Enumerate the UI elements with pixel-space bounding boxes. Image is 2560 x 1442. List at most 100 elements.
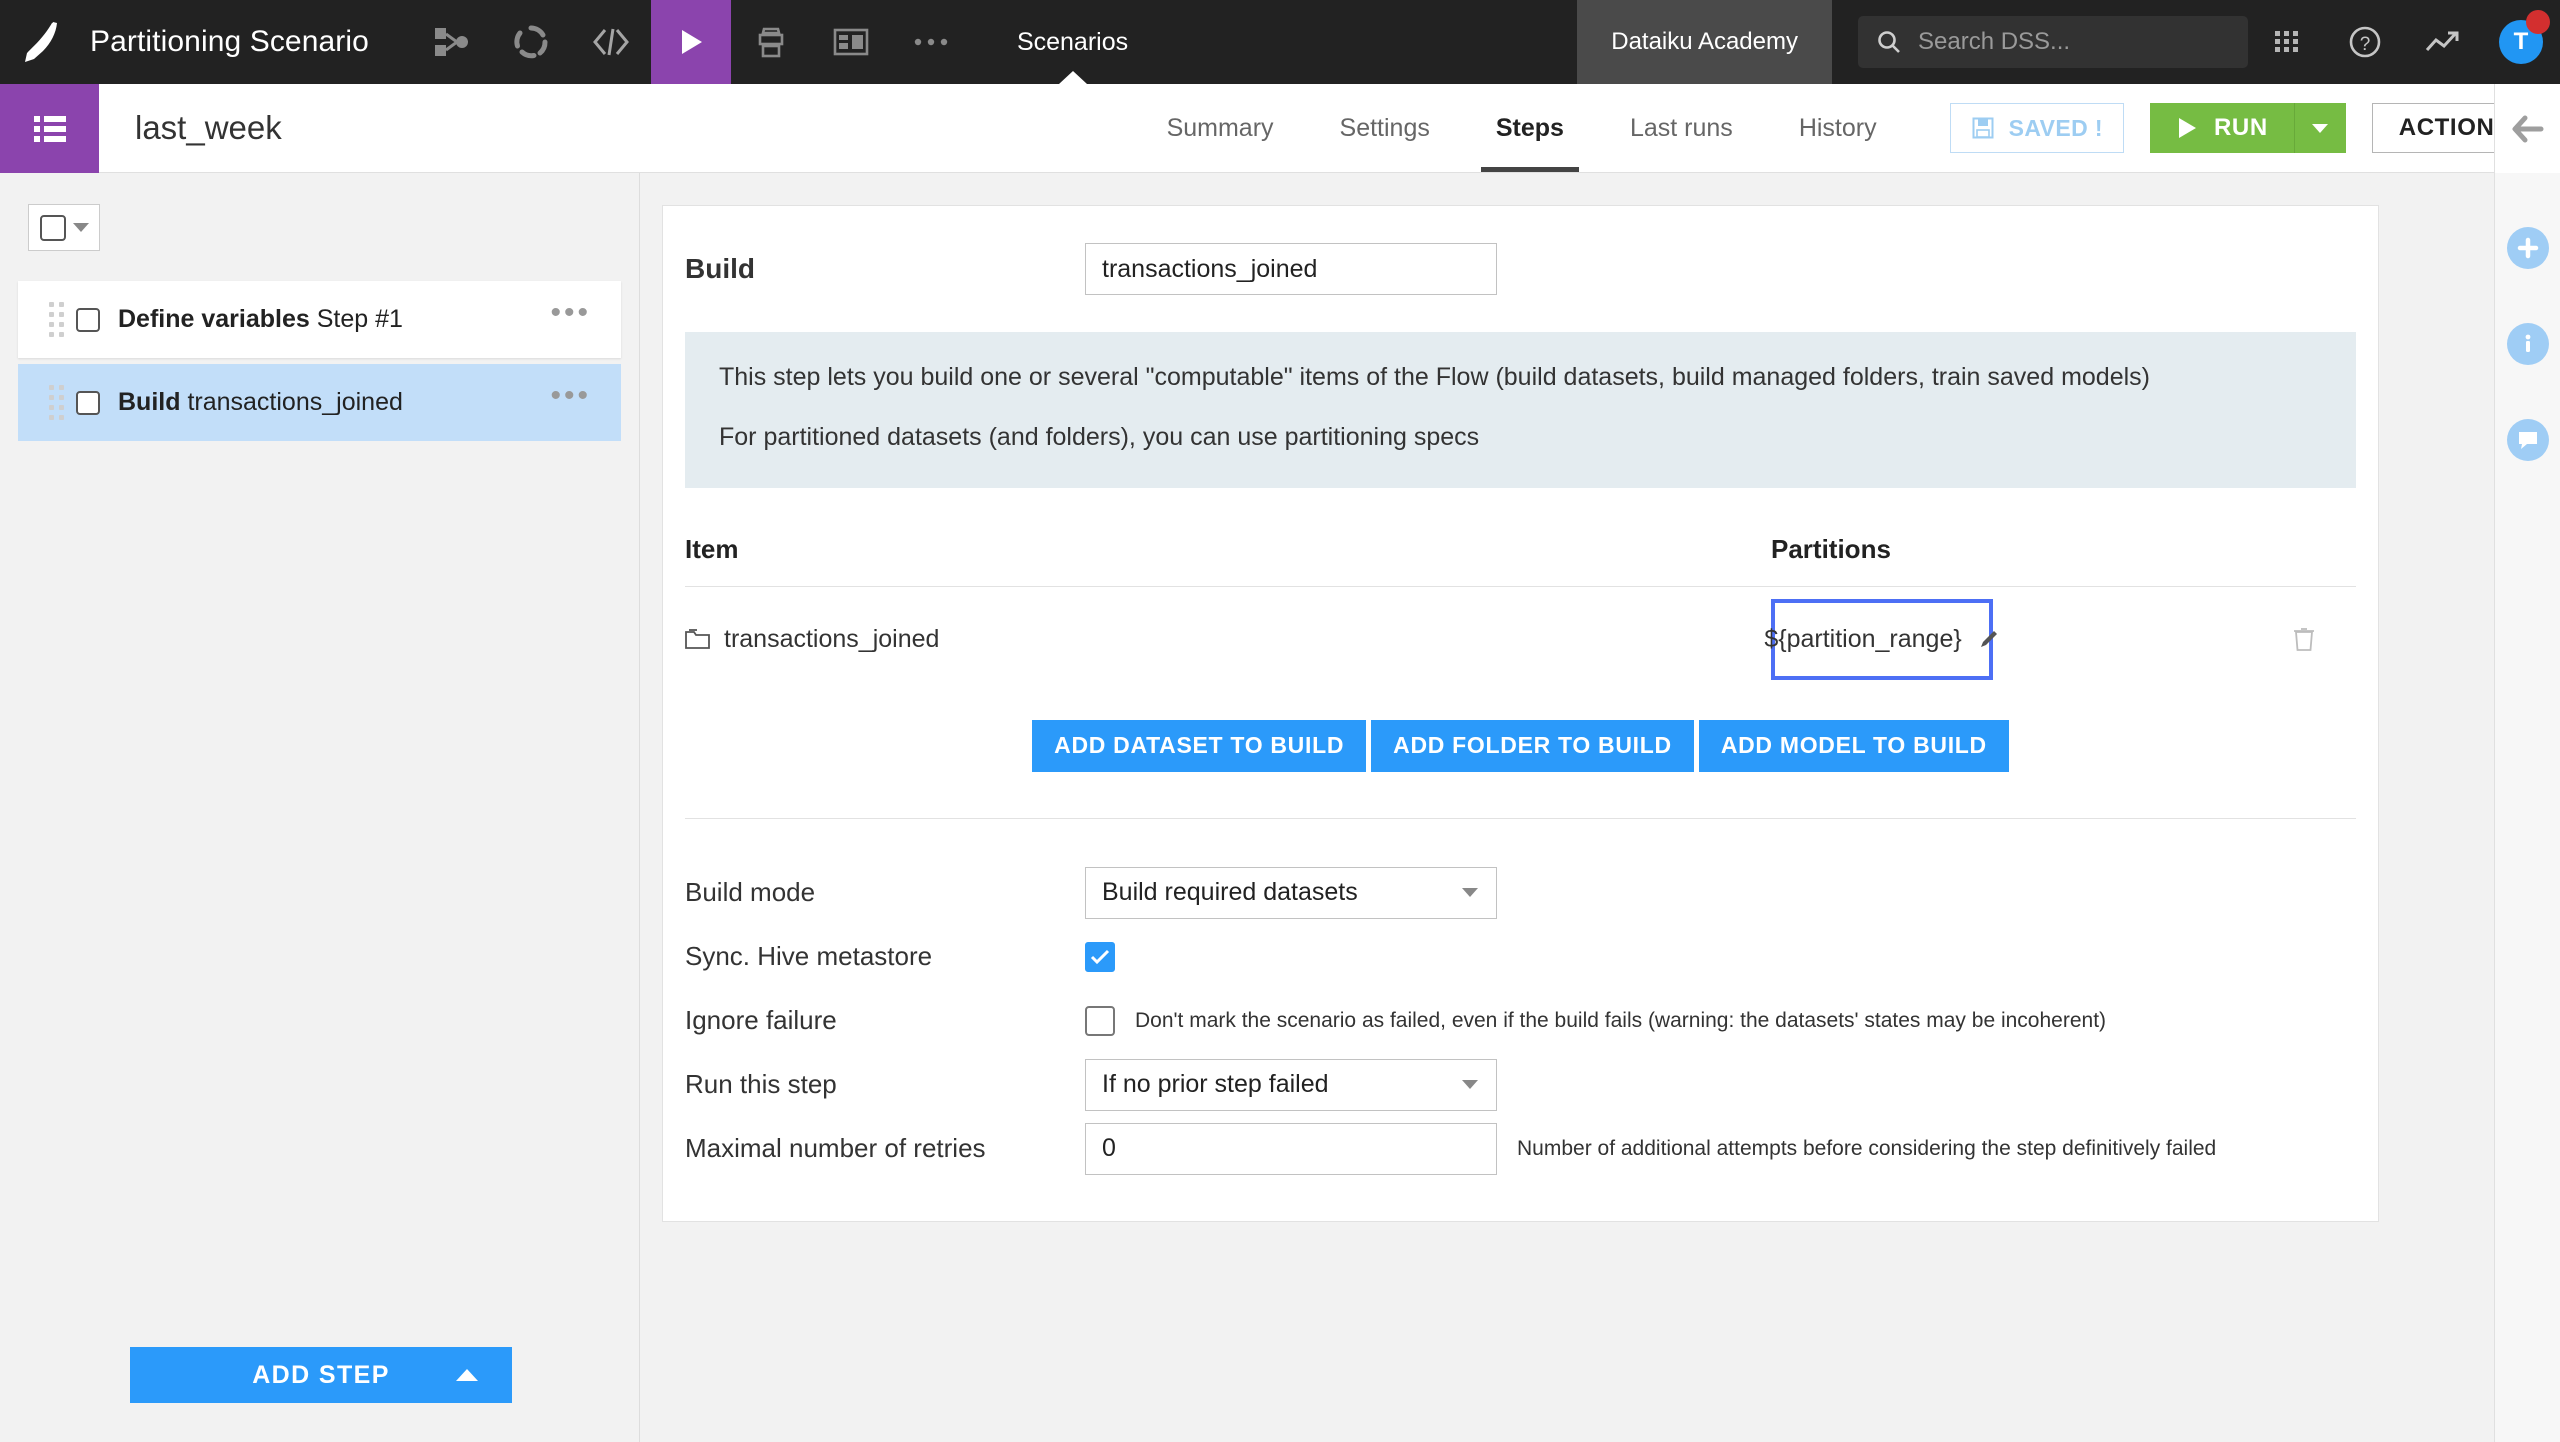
more-dots-icon[interactable] — [891, 0, 971, 84]
table-row: transactions_joined ${partition_range} — [685, 587, 2356, 692]
nav-scenarios[interactable]: Scenarios — [995, 0, 1150, 84]
tab-settings[interactable]: Settings — [1307, 84, 1463, 172]
right-rail — [2494, 173, 2560, 1442]
step-help-box: This step lets you build one or several … — [685, 332, 2356, 488]
build-mode-select[interactable]: Build required datasets — [1085, 867, 1497, 919]
column-header-item: Item — [685, 534, 1771, 565]
build-name-input[interactable] — [1085, 243, 1497, 295]
partitions-value: ${partition_range} — [1764, 625, 1961, 654]
dataiku-bird-logo[interactable] — [0, 0, 84, 84]
build-name-row: Build — [663, 243, 2378, 295]
help-question-icon[interactable]: ? — [2326, 0, 2404, 84]
topbar-right-group: Dataiku Academy ? — [1577, 0, 2560, 84]
build-label: Build — [685, 253, 1085, 285]
ellipsis-icon[interactable]: ••• — [550, 391, 591, 415]
run-label: RUN — [2214, 114, 2268, 142]
ignore-failure-helper: Don't mark the scenario as failed, even … — [1135, 1009, 2106, 1033]
ellipsis-icon[interactable]: ••• — [550, 308, 591, 332]
step-type: Build — [118, 388, 181, 416]
collapse-right-panel-button[interactable] — [2494, 84, 2560, 173]
ignore-failure-row: Ignore failure Don't mark the scenario a… — [685, 989, 2378, 1053]
select-all-steps-control[interactable] — [28, 204, 100, 251]
chevron-down-icon[interactable] — [73, 223, 89, 232]
add-circle — [2507, 227, 2549, 269]
build-mode-value: Build required datasets — [1102, 878, 1358, 907]
pencil-icon[interactable] — [1978, 628, 2000, 650]
academy-link[interactable]: Dataiku Academy — [1577, 0, 1832, 84]
steps-sidebar: Define variables Step #1 ••• Build trans… — [0, 173, 640, 1442]
info-circle — [2507, 323, 2549, 365]
build-step-card: Build This step lets you build one or se… — [662, 205, 2379, 1222]
user-avatar-container[interactable]: T — [2482, 0, 2560, 84]
info-icon[interactable] — [2507, 323, 2549, 365]
list-item[interactable]: Define variables Step #1 ••• — [18, 281, 621, 358]
column-header-partitions: Partitions — [1771, 534, 2356, 565]
section-divider — [685, 818, 2356, 819]
list-item[interactable]: Build transactions_joined ••• — [18, 364, 621, 441]
build-settings-form: Build mode Build required datasets Sync.… — [663, 861, 2378, 1181]
page-body: Define variables Step #1 ••• Build trans… — [0, 173, 2560, 1442]
code-icon[interactable] — [571, 0, 651, 84]
add-plus-icon[interactable] — [2507, 227, 2549, 269]
nav-scenarios-label: Scenarios — [1017, 28, 1128, 57]
drag-handle-icon[interactable] — [36, 302, 76, 337]
scenario-steps-list-icon — [0, 84, 99, 173]
step-checkbox[interactable] — [76, 391, 100, 415]
max-retries-helper: Number of additional attempts before con… — [1517, 1137, 2216, 1161]
select-all-checkbox[interactable] — [40, 215, 66, 241]
floppy-disk-icon — [1971, 116, 1995, 140]
top-navigation-bar: Partitioning Scenario — [0, 0, 2560, 84]
svg-text:?: ? — [2360, 34, 2371, 55]
tab-last-runs[interactable]: Last runs — [1597, 84, 1766, 172]
max-retries-label: Maximal number of retries — [685, 1133, 1085, 1164]
ignore-failure-label: Ignore failure — [685, 1005, 1085, 1036]
apps-grid-icon[interactable] — [2248, 0, 2326, 84]
trash-icon[interactable] — [2292, 626, 2316, 652]
chevron-down-icon — [1462, 1080, 1478, 1089]
saved-button[interactable]: SAVED ! — [1950, 103, 2124, 153]
caret-up-icon — [456, 1369, 478, 1381]
sync-hive-label: Sync. Hive metastore — [685, 941, 1085, 972]
max-retries-input[interactable] — [1085, 1123, 1497, 1175]
discussion-chat-icon[interactable] — [2507, 419, 2549, 461]
notification-badge[interactable] — [2526, 10, 2550, 34]
arrow-left-icon — [2511, 114, 2545, 144]
search-icon — [1876, 29, 1902, 55]
run-this-step-select[interactable]: If no prior step failed — [1085, 1059, 1497, 1111]
step-checkbox[interactable] — [76, 308, 100, 332]
run-this-step-value: If no prior step failed — [1102, 1070, 1329, 1099]
step-name: transactions_joined — [187, 388, 402, 416]
dashboards-icon[interactable] — [811, 0, 891, 84]
run-dropdown-button[interactable] — [2294, 103, 2346, 153]
step-label: Define variables Step #1 — [118, 305, 403, 334]
search-input[interactable] — [1918, 28, 2230, 56]
scenario-tabs: Summary Settings Steps Last runs History — [1134, 84, 1910, 172]
add-dataset-to-build-button[interactable]: ADD DATASET TO BUILD — [1032, 720, 1366, 772]
item-name: transactions_joined — [724, 625, 939, 654]
step-type: Define variables — [118, 305, 310, 333]
jobs-printer-icon[interactable] — [731, 0, 811, 84]
drag-handle-icon[interactable] — [36, 385, 76, 420]
flow-icon[interactable] — [411, 0, 491, 84]
saved-label: SAVED ! — [2009, 115, 2103, 142]
tab-summary[interactable]: Summary — [1134, 84, 1307, 172]
tab-steps[interactable]: Steps — [1463, 84, 1597, 172]
sync-hive-checkbox[interactable] — [1085, 942, 1115, 972]
add-folder-to-build-button[interactable]: ADD FOLDER TO BUILD — [1371, 720, 1694, 772]
tab-history[interactable]: History — [1766, 84, 1910, 172]
add-step-button[interactable]: ADD STEP — [130, 1347, 512, 1403]
run-button[interactable]: RUN — [2150, 103, 2294, 153]
search-dss-container[interactable] — [1858, 16, 2248, 68]
project-name[interactable]: Partitioning Scenario — [84, 0, 369, 84]
add-step-label: ADD STEP — [252, 1361, 390, 1390]
ignore-failure-checkbox[interactable] — [1085, 1006, 1115, 1036]
recipes-icon[interactable] — [491, 0, 571, 84]
page-title: last_week — [99, 84, 282, 172]
build-mode-label: Build mode — [685, 877, 1085, 908]
scenarios-play-icon[interactable] — [651, 0, 731, 84]
trending-chart-icon[interactable] — [2404, 0, 2482, 84]
item-cell: transactions_joined — [685, 625, 1771, 654]
add-model-to-build-button[interactable]: ADD MODEL TO BUILD — [1699, 720, 2009, 772]
partitions-edit-box[interactable]: ${partition_range} — [1771, 599, 1993, 680]
step-label: Build transactions_joined — [118, 388, 403, 417]
